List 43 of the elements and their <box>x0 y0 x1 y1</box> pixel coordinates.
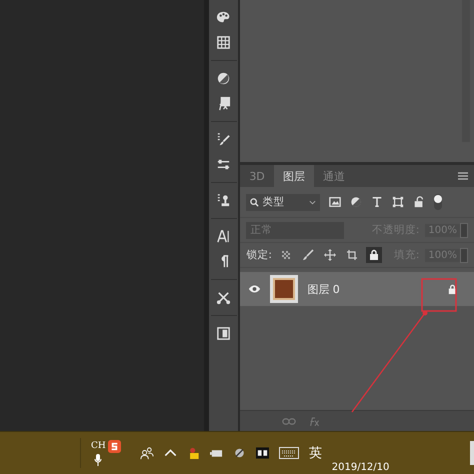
tools-icon[interactable] <box>216 290 232 305</box>
search-icon <box>250 198 260 206</box>
panel-tab[interactable]: 图层 <box>274 165 314 187</box>
move-button[interactable] <box>322 247 338 263</box>
menu-icon[interactable] <box>458 172 468 180</box>
filter-dropdown[interactable]: 类型 <box>246 194 320 210</box>
layer-row[interactable]: 图层 0 <box>240 272 474 306</box>
eye-icon[interactable] <box>248 284 262 294</box>
checkerboard-icon <box>280 249 292 261</box>
square-icon[interactable] <box>216 326 232 341</box>
grid-icon[interactable] <box>216 35 232 50</box>
text-icon[interactable] <box>371 196 384 208</box>
clock-date[interactable]: 2019/12/10 <box>332 462 390 473</box>
panel-tab[interactable]: 通道 <box>314 165 354 187</box>
sliders-icon[interactable] <box>216 157 232 172</box>
input-method-label[interactable]: CH <box>91 440 106 451</box>
panel-tab[interactable]: 3D <box>240 165 274 187</box>
palette-icon[interactable] <box>216 10 232 25</box>
character-icon[interactable] <box>216 229 232 244</box>
lock-icon <box>368 249 380 261</box>
crop-icon <box>346 249 358 261</box>
window-icon[interactable] <box>256 447 269 460</box>
battery-icon[interactable] <box>210 447 223 460</box>
people-icon[interactable] <box>138 446 154 461</box>
brush-icon[interactable] <box>216 132 232 147</box>
keyboard-icon[interactable] <box>278 447 299 460</box>
lock-label: 锁定: <box>246 248 272 262</box>
chevron-down-icon <box>309 200 316 204</box>
half-circle-icon[interactable] <box>216 71 232 86</box>
half-circle-icon[interactable] <box>350 196 362 208</box>
highlight-frame <box>421 278 457 312</box>
brush-icon <box>302 249 314 261</box>
image-icon[interactable] <box>329 196 342 208</box>
microphone-icon[interactable] <box>94 454 102 466</box>
lock-all-button[interactable] <box>366 247 382 263</box>
layer-name: 图层 0 <box>307 282 340 296</box>
shape-icon[interactable] <box>392 196 404 208</box>
move-icon <box>324 249 336 261</box>
language-indicator[interactable]: 英 <box>308 444 322 462</box>
stamp-icon[interactable] <box>216 193 232 208</box>
lock-icon[interactable] <box>413 196 426 208</box>
filter-toggle[interactable] <box>434 194 442 210</box>
sogou-icon[interactable] <box>108 440 121 453</box>
